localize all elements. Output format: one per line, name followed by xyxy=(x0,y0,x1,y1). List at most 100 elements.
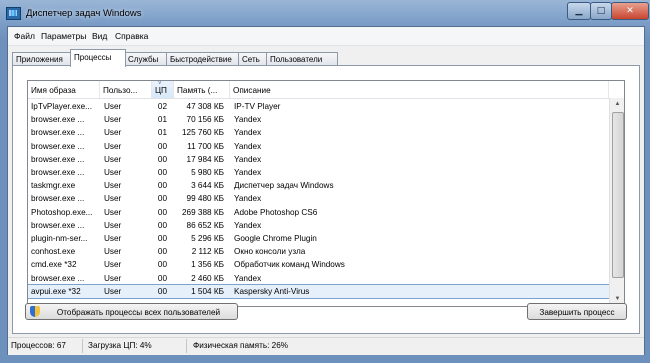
tab-processes[interactable]: Процессы xyxy=(70,49,126,67)
table-row[interactable]: browser.exe ... User 00 5 980 КБ Yandex xyxy=(28,166,609,179)
table-row[interactable]: browser.exe ... User 00 2 460 КБ Yandex xyxy=(28,272,609,285)
cell-image-name: avpui.exe *32 xyxy=(31,286,81,296)
cell-description: Yandex xyxy=(234,128,262,138)
cell-image-name: browser.exe ... xyxy=(31,154,85,164)
cell-description: Окно консоли узла xyxy=(234,247,306,257)
tab-performance[interactable]: Быстродействие xyxy=(166,52,240,66)
tab-services[interactable]: Службы xyxy=(124,52,170,66)
task-manager-icon xyxy=(6,7,21,20)
column-header-row: Имя образа Пользо... ˅ ЦП Память (... Оп… xyxy=(28,81,624,99)
process-list: Имя образа Пользо... ˅ ЦП Память (... Оп… xyxy=(27,80,625,307)
cell-cpu: 00 xyxy=(157,207,167,217)
column-cpu-label: ЦП xyxy=(155,86,167,95)
cell-user: User xyxy=(104,247,122,257)
sort-descending-icon: ˅ xyxy=(158,81,162,87)
status-divider xyxy=(186,339,187,353)
column-description[interactable]: Описание xyxy=(230,81,609,98)
cell-description: Yandex xyxy=(234,115,262,125)
cell-image-name: browser.exe ... xyxy=(31,115,85,125)
menu-file[interactable]: Файл xyxy=(14,31,35,41)
cell-image-name: cmd.exe *32 xyxy=(31,260,77,270)
table-row[interactable]: browser.exe ... User 00 99 480 КБ Yandex xyxy=(28,192,609,205)
column-image-name[interactable]: Имя образа xyxy=(28,81,100,98)
cell-memory: 3 644 КБ xyxy=(191,181,224,191)
cell-cpu: 01 xyxy=(157,128,167,138)
table-row[interactable]: Photoshop.exe... User 00 269 388 КБ Adobe Ph… xyxy=(28,206,609,219)
minimize-button[interactable]: ▁ xyxy=(567,2,591,20)
window-title: Диспетчер задач Windows xyxy=(26,8,142,19)
cell-description: Yandex xyxy=(234,194,262,204)
cell-cpu: 00 xyxy=(157,220,167,230)
table-row[interactable]: plugin-nm-ser... User 00 5 296 КБ Google Chr… xyxy=(28,232,609,245)
cell-image-name: browser.exe ... xyxy=(31,141,85,151)
title-bar[interactable]: Диспетчер задач Windows ▁ □ ✕ xyxy=(0,0,650,26)
cell-memory: 125 760 КБ xyxy=(181,128,224,138)
column-memory[interactable]: Память (... xyxy=(174,81,230,98)
table-row[interactable]: IpTvPlayer.exe... User 02 47 308 КБ IP-TV Pl… xyxy=(28,100,609,113)
table-row[interactable]: browser.exe ... User 01 70 156 КБ Yandex xyxy=(28,113,609,126)
status-process-count: Процессов: 67 xyxy=(11,341,66,350)
menu-help[interactable]: Справка xyxy=(115,31,148,41)
cell-cpu: 01 xyxy=(157,115,167,125)
cell-image-name: conhost.exe xyxy=(31,247,76,257)
cell-description: Kaspersky Anti-Virus xyxy=(234,286,310,296)
cell-image-name: browser.exe ... xyxy=(31,168,85,177)
tab-applications[interactable]: Приложения xyxy=(12,52,72,66)
cell-description: Yandex xyxy=(234,168,262,177)
show-all-users-label: Отображать процессы всех пользователей xyxy=(56,308,221,317)
cell-user: User xyxy=(104,181,122,191)
table-row[interactable]: browser.exe ... User 00 17 984 КБ Yandex xyxy=(28,153,609,166)
cell-cpu: 00 xyxy=(157,247,167,257)
tab-network[interactable]: Сеть xyxy=(238,52,268,66)
vertical-scrollbar[interactable]: ▲ ▼ xyxy=(609,98,624,306)
cell-image-name: IpTvPlayer.exe... xyxy=(31,102,92,111)
table-row[interactable]: conhost.exe User 00 2 112 КБ Окно консоли уз… xyxy=(28,245,609,258)
cell-memory: 47 308 КБ xyxy=(186,102,224,111)
scroll-up-icon[interactable]: ▲ xyxy=(610,98,624,111)
tab-users[interactable]: Пользователи xyxy=(266,52,338,66)
cell-memory: 11 700 КБ xyxy=(187,141,224,151)
cell-memory: 86 652 КБ xyxy=(186,220,224,230)
table-row[interactable]: cmd.exe *32 User 00 1 356 КБ Обработчик кома… xyxy=(28,258,609,271)
table-row[interactable]: browser.exe ... User 01 125 760 КБ Yandex xyxy=(28,126,609,139)
table-row[interactable]: browser.exe ... User 00 86 652 КБ Yandex xyxy=(28,219,609,232)
cell-user: User xyxy=(104,234,122,243)
cell-memory: 2 460 КБ xyxy=(191,273,224,283)
cell-description: Adobe Photoshop CS6 xyxy=(234,207,318,217)
status-physical-memory: Физическая память: 26% xyxy=(193,341,289,350)
cell-user: User xyxy=(104,115,122,125)
processes-panel: Имя образа Пользо... ˅ ЦП Память (... Оп… xyxy=(12,65,640,334)
cell-memory: 1 356 КБ xyxy=(191,260,224,270)
task-manager-window: Диспетчер задач Windows ▁ □ ✕ Файл Парам… xyxy=(0,0,650,363)
cell-user: User xyxy=(104,260,122,270)
column-cpu[interactable]: ˅ ЦП xyxy=(152,81,174,98)
table-row[interactable]: taskmgr.exe User 00 3 644 КБ Диспетчер задач… xyxy=(28,179,609,192)
menu-view[interactable]: Вид xyxy=(92,31,107,41)
end-process-button[interactable]: Завершить процесс xyxy=(527,303,627,320)
cell-description: Yandex xyxy=(234,273,262,283)
cell-user: User xyxy=(104,141,122,151)
status-bar: Процессов: 67 Загрузка ЦП: 4% Физическая… xyxy=(8,337,644,355)
table-row[interactable]: browser.exe ... User 00 11 700 КБ Yandex xyxy=(28,140,609,153)
menu-options[interactable]: Параметры xyxy=(41,31,86,41)
cell-cpu: 00 xyxy=(157,141,167,151)
cell-image-name: browser.exe ... xyxy=(31,220,85,230)
cell-description: Yandex xyxy=(234,220,262,230)
menu-bar: Файл Параметры Вид Справка xyxy=(8,27,644,46)
close-button[interactable]: ✕ xyxy=(611,2,649,20)
cell-cpu: 02 xyxy=(157,102,167,111)
cell-image-name: taskmgr.exe xyxy=(31,181,76,191)
cell-image-name: browser.exe ... xyxy=(31,128,85,138)
cell-cpu: 00 xyxy=(157,273,167,283)
show-all-users-button[interactable]: Отображать процессы всех пользователей xyxy=(25,303,238,320)
cell-memory: 5 296 КБ xyxy=(191,234,224,243)
close-icon: ✕ xyxy=(626,6,634,16)
cell-user: User xyxy=(104,154,122,164)
cell-memory: 5 980 КБ xyxy=(191,168,224,177)
cell-image-name: plugin-nm-ser... xyxy=(31,234,88,243)
table-row[interactable]: avpui.exe *32 User 00 1 504 КБ Kaspersky Ant… xyxy=(28,283,610,299)
column-user[interactable]: Пользо... xyxy=(100,81,152,98)
maximize-button[interactable]: □ xyxy=(590,2,612,20)
scroll-thumb[interactable] xyxy=(612,112,624,278)
cell-cpu: 00 xyxy=(157,194,167,204)
